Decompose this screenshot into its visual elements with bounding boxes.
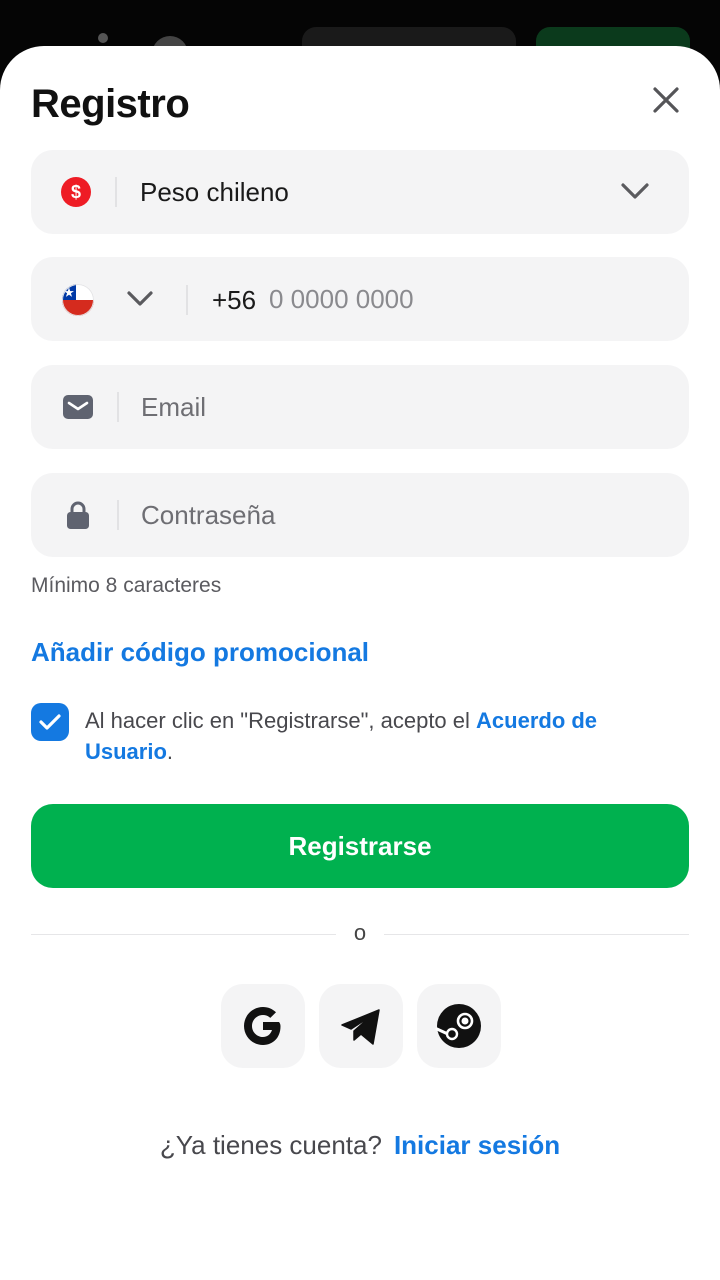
- field-separator: [186, 285, 188, 315]
- agreement-suffix: .: [166, 739, 174, 764]
- close-button[interactable]: [644, 78, 688, 122]
- currency-value: Peso chileno: [140, 177, 289, 207]
- phone-field[interactable]: +56: [31, 257, 689, 341]
- background-dot: [98, 33, 108, 43]
- chevron-down-icon[interactable]: [125, 288, 155, 310]
- phone-country-code: +56: [212, 285, 257, 315]
- password-hint: Mínimo 8 caracteres: [31, 574, 222, 597]
- field-separator: [117, 500, 119, 530]
- agreement-prefix: Al hacer clic en "Registrarse", acepto e…: [85, 708, 477, 733]
- field-separator: [115, 177, 117, 207]
- telegram-icon: [341, 1009, 380, 1045]
- password-input[interactable]: [141, 495, 661, 535]
- lock-icon: [67, 501, 89, 529]
- email-input[interactable]: [141, 387, 661, 427]
- divider-line: [384, 934, 689, 935]
- checkmark-icon: [39, 714, 61, 730]
- close-icon: [653, 87, 679, 113]
- divider-line: [31, 934, 336, 935]
- phone-input[interactable]: [269, 279, 659, 319]
- agreement-text: Al hacer clic en "Registrarse", acepto e…: [85, 705, 685, 767]
- divider-or: o: [353, 920, 367, 945]
- password-field[interactable]: [31, 473, 689, 557]
- login-question: ¿Ya tienes cuenta?: [159, 1130, 382, 1160]
- currency-select[interactable]: $ Peso chileno: [31, 150, 689, 234]
- sheet-title: Registro: [31, 82, 190, 126]
- login-row: ¿Ya tienes cuenta? Iniciar sesión: [0, 1130, 720, 1161]
- steam-icon: [435, 1004, 481, 1048]
- currency-dollar-icon: $: [61, 177, 91, 207]
- telegram-login-button[interactable]: [319, 984, 403, 1068]
- field-separator: [117, 392, 119, 422]
- google-icon: [244, 1007, 281, 1045]
- register-button[interactable]: Registrarse: [31, 804, 689, 888]
- agreement-checkbox[interactable]: [31, 703, 69, 741]
- chile-flag-icon[interactable]: [62, 284, 94, 316]
- envelope-icon: [63, 395, 93, 419]
- add-promo-code-link[interactable]: Añadir código promocional: [31, 637, 369, 668]
- steam-login-button[interactable]: [417, 984, 501, 1068]
- login-link[interactable]: Iniciar sesión: [394, 1130, 560, 1160]
- email-field[interactable]: [31, 365, 689, 449]
- registration-sheet: Registro $ Peso chileno +56 0 0000 0000 …: [0, 46, 720, 1280]
- google-login-button[interactable]: [221, 984, 305, 1068]
- chevron-down-icon[interactable]: [619, 180, 651, 202]
